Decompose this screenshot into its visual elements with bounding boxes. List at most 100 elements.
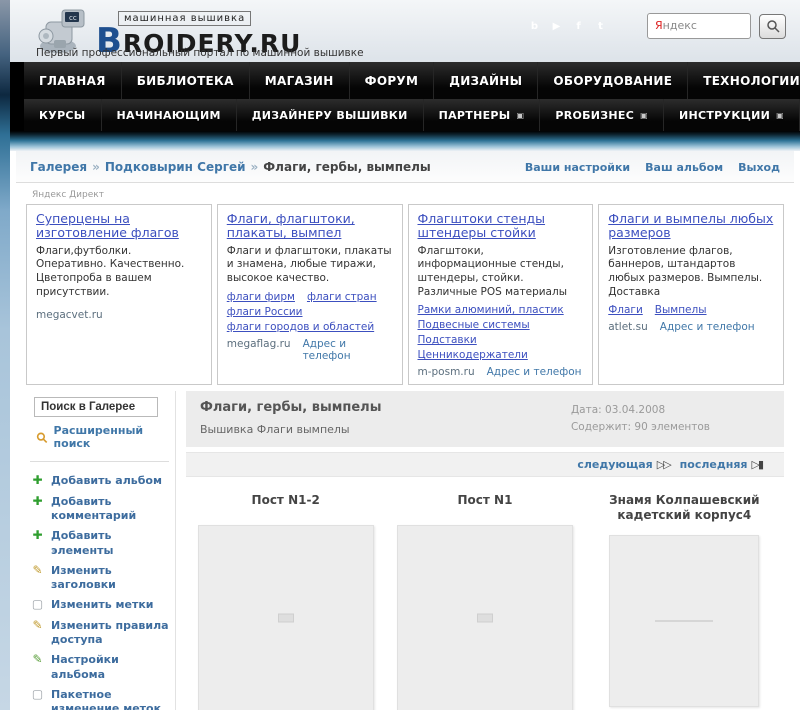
ads-row: Суперцены на изготовление флагов Флаги,ф… xyxy=(16,204,794,386)
ad-sitelink[interactable]: флаги городов и областей xyxy=(227,321,374,333)
gallery-item-title[interactable]: Пост N1-2 xyxy=(238,493,334,525)
album-count: Содержит: 90 элементов xyxy=(570,421,710,434)
breadcrumb: Галерея » Подковырин Сергей » Флаги, гербы, … xyxy=(30,160,431,174)
ad-sitelink[interactable]: Вымпелы xyxy=(655,304,707,316)
search-icon xyxy=(766,20,780,33)
sidebar-menu-item[interactable]: ✚ Добавить комментарий xyxy=(30,492,169,527)
gallery-item: Пост N1 Дата: 10.06.2015 Новый « операци… xyxy=(385,493,584,710)
sidebar-menu-item[interactable]: ✚ Добавить элементы xyxy=(30,526,169,561)
nav-item[interactable]: БИБЛИОТЕКА▣ xyxy=(121,62,250,99)
ad-box: Флаги и вымпелы любых размеров Изготовле… xyxy=(598,204,784,386)
last-page-icon: ▷▮ xyxy=(751,458,763,472)
nav-item[interactable]: ДИЗАЙНЕРУ ВЫШИВКИ▣ xyxy=(236,99,424,131)
ad-sitelinks: Рамки алюминий, пластик Подвесные системы… xyxy=(418,304,584,361)
sidebar-menu: ✚ Добавить альбом ✚ Добавить комментарий ✚ До… xyxy=(30,471,169,710)
nav-item[interactable]: НАЧИНАЮЩИМ▣ xyxy=(101,99,237,131)
search-button[interactable] xyxy=(759,13,786,39)
ad-description: Флаги,футболки. Оперативно. Качественно.… xyxy=(36,244,185,298)
ad-domain[interactable]: m-posm.ru xyxy=(418,366,475,378)
ad-contact-link[interactable]: Адрес и телефон xyxy=(303,338,393,362)
user-link[interactable]: Ваш альбом xyxy=(645,161,723,174)
nav-item[interactable]: ИНСТРУКЦИИ ▣ xyxy=(663,99,800,131)
batch-tags-icon: ▢ xyxy=(31,686,44,701)
ad-sitelink[interactable]: Подставки xyxy=(418,334,477,346)
ad-sitelink[interactable]: Подвесные системы xyxy=(418,319,530,331)
ad-sitelink[interactable]: флаги России xyxy=(227,306,303,318)
sidebar-menu-item[interactable]: ▢ Изменить метки xyxy=(30,595,169,615)
ad-description: Изготовление флагов, баннеров, штандарто… xyxy=(608,244,763,298)
ad-contact-link[interactable]: Адрес и телефон xyxy=(660,321,755,333)
edit-access-icon: ✎ xyxy=(32,617,43,632)
social-link[interactable]: t xyxy=(592,18,609,35)
broken-image-icon xyxy=(655,620,714,623)
gallery-item-thumbnail[interactable] xyxy=(609,535,760,708)
ad-sitelink[interactable]: флаги стран xyxy=(307,291,377,303)
sidebar-menu-item[interactable]: ✎ Настройки альбома xyxy=(30,650,169,685)
ad-box: Суперцены на изготовление флагов Флаги,ф… xyxy=(26,204,212,386)
ad-title-link[interactable]: Флагштоки стенды штендеры стойки xyxy=(418,211,584,241)
social-link[interactable]: ▶ xyxy=(548,18,565,35)
next-page-icon: ▷▷ xyxy=(656,458,672,472)
ad-domain[interactable]: megacvet.ru xyxy=(36,309,103,321)
ad-title-link[interactable]: Суперцены на изготовление флагов xyxy=(36,211,202,241)
gallery-item: Пост N1-2 Дата: 10.06.2015 Новый « опера… xyxy=(186,493,385,710)
ad-box: Флагштоки стенды штендеры стойки Флагшто… xyxy=(407,204,594,386)
album-meta: Дата: 03.04.2008 Содержит: 90 элементов xyxy=(571,400,770,436)
gallery-item-thumbnail[interactable] xyxy=(197,525,374,710)
user-links: Ваши настройки Ваш альбом Выход xyxy=(525,161,780,174)
content-card: Галерея » Подковырин Сергей » Флаги, гербы, … xyxy=(10,151,800,710)
last-page-link[interactable]: последняя xyxy=(680,458,748,471)
ad-sitelink[interactable]: Флаги xyxy=(608,304,643,316)
album-subtitle: Вышивка Флаги вымпелы xyxy=(200,423,350,437)
gallery-item-title[interactable]: Знамя Колпашевский кадетский корпус4 xyxy=(585,493,784,535)
user-link[interactable]: Ваши настройки xyxy=(525,161,630,174)
gallery-item-thumbnail[interactable] xyxy=(396,525,573,710)
main-nav: ГЛАВНАЯ▣БИБЛИОТЕКА▣МАГАЗИН▣ФОРУМ▣ДИЗАЙНЫ… xyxy=(10,62,800,131)
sidebar-menu-item[interactable]: ✎ Изменить заголовки xyxy=(30,561,169,596)
sidebar-menu-item[interactable]: ▢ Пакетное изменение меток xyxy=(30,685,169,710)
album-date: Дата: 03.04.2008 xyxy=(570,404,666,417)
album-settings-icon: ✎ xyxy=(32,652,43,667)
nav-item[interactable]: ПАРТНЕРЫ ▣ xyxy=(423,99,541,131)
social-link[interactable]: b xyxy=(526,18,543,35)
nav-item[interactable]: ГЛАВНАЯ▣ xyxy=(24,62,122,99)
nav-item[interactable]: КУРСЫ▣ xyxy=(24,99,102,131)
breadcrumb-row: Галерея » Подковырин Сергей » Флаги, гербы, … xyxy=(16,151,794,183)
nav-item[interactable]: ОБОРУДОВАНИЕ▣ xyxy=(538,62,689,99)
sidebar-menu-item[interactable]: ✚ Добавить альбом xyxy=(30,471,169,491)
next-page-link[interactable]: следующая xyxy=(577,458,652,471)
ad-sitelink[interactable]: Рамки алюминий, пластик xyxy=(418,304,564,316)
advanced-search-link[interactable]: Расширенный поиск xyxy=(36,424,169,450)
dropdown-marker-icon: ▣ xyxy=(776,110,784,120)
ad-title-link[interactable]: Флаги и вымпелы любых размеров xyxy=(608,211,774,241)
ad-sitelinks: Флаги Вымпелы xyxy=(608,304,774,316)
breadcrumb-separator: » xyxy=(92,160,100,174)
breadcrumb-link: Флаги, гербы, вымпелы xyxy=(263,160,431,174)
ad-title-link[interactable]: Флаги, флагштоки, плакаты, вымпел xyxy=(227,211,393,241)
ad-sitelink[interactable]: Ценникодержатели xyxy=(418,349,528,361)
gallery-item-title[interactable]: Пост N1 xyxy=(444,493,527,525)
nav-item[interactable]: ТЕХНОЛОГИИ▣ xyxy=(688,62,800,99)
nav-item[interactable]: МАГАЗИН▣ xyxy=(249,62,350,99)
nav-row-2: КУРСЫ▣НАЧИНАЮЩИМ▣ДИЗАЙНЕРУ ВЫШИВКИ▣ПАРТН… xyxy=(10,99,800,131)
ad-contact-link[interactable]: Адрес и телефон xyxy=(487,366,582,378)
advanced-search-icon xyxy=(36,432,48,443)
social-link[interactable]: f xyxy=(570,18,587,35)
gallery-search-input[interactable] xyxy=(34,397,158,418)
nav-item[interactable]: ФОРУМ▣ xyxy=(349,62,435,99)
ad-domain[interactable]: atlet.su xyxy=(608,321,648,333)
sidebar-menu-item[interactable]: ✎ Изменить правила доступа xyxy=(30,616,169,651)
user-link[interactable]: Выход xyxy=(738,161,780,174)
yandex-search-input[interactable] xyxy=(647,13,751,39)
album-header: Флаги, гербы, вымпелы Вышивка Флаги вымп… xyxy=(186,391,784,448)
breadcrumb-link[interactable]: Галерея xyxy=(30,160,87,174)
nav-item[interactable]: PROБИЗНЕС ▣ xyxy=(540,99,664,131)
ad-sitelink[interactable]: флаги фирм xyxy=(227,291,295,303)
logo-small-text: машинная вышивка xyxy=(118,11,252,26)
album-main: Флаги, гербы, вымпелы Вышивка Флаги вымп… xyxy=(176,391,784,710)
dropdown-marker-icon: ▣ xyxy=(640,110,648,120)
nav-item[interactable]: ДИЗАЙНЫ▣ xyxy=(434,62,539,99)
breadcrumb-link[interactable]: Подковырин Сергей xyxy=(105,160,246,174)
pagination: следующая ▷▷ последняя ▷▮ xyxy=(186,452,784,478)
ad-domain[interactable]: megaflag.ru xyxy=(227,338,291,362)
